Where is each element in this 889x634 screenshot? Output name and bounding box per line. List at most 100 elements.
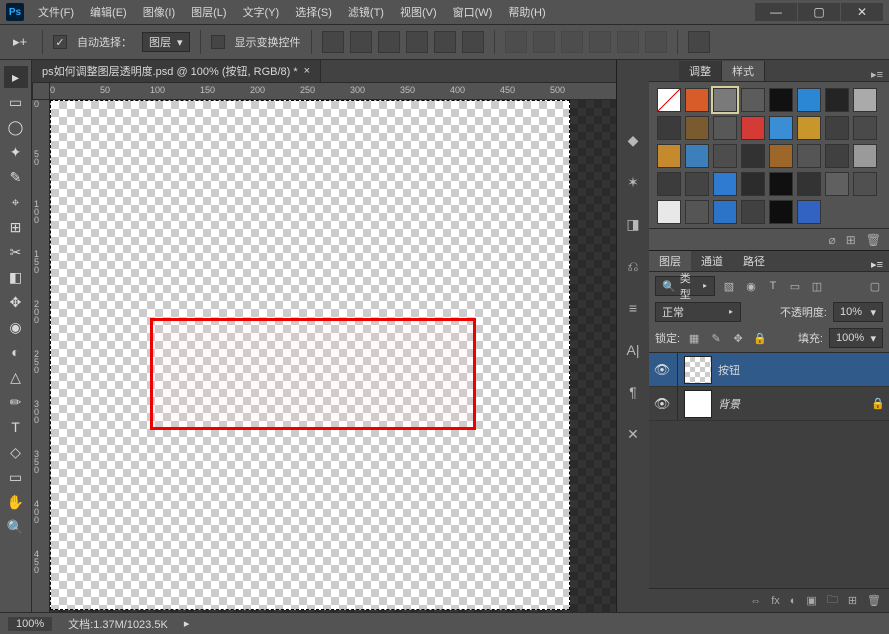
style-swatch[interactable] [769, 116, 793, 140]
palette-icon-paragraph[interactable]: ¶ [623, 382, 643, 402]
opacity-input[interactable]: 10% ▾ [833, 302, 883, 322]
tool-eraser[interactable]: ◉ [4, 316, 28, 338]
style-swatch[interactable] [685, 200, 709, 224]
align-bottom-icon[interactable] [378, 31, 400, 53]
filter-pixel-icon[interactable]: ▧ [721, 278, 737, 294]
style-swatch[interactable] [797, 88, 821, 112]
style-swatch[interactable] [797, 200, 821, 224]
style-swatch[interactable] [741, 88, 765, 112]
filter-toggle-icon[interactable]: ▢ [867, 278, 883, 294]
palette-icon-color[interactable]: ◆ [623, 130, 643, 150]
clear-style-icon[interactable]: ⌀ [828, 233, 835, 247]
palette-icon-history[interactable]: ⎌ [623, 256, 643, 276]
menu-file[interactable]: 文件(F) [32, 2, 80, 22]
style-swatch[interactable] [685, 172, 709, 196]
style-swatch[interactable] [825, 172, 849, 196]
ruler-horizontal[interactable]: 050100150200250300350400450500 [50, 82, 616, 100]
panel-menu-icon[interactable]: ▸≡ [865, 68, 889, 81]
layer-fx-icon[interactable]: fx [771, 595, 780, 607]
menu-help[interactable]: 帮助(H) [502, 2, 551, 22]
tab-adjustments[interactable]: 调整 [679, 61, 722, 81]
align-hcenter-icon[interactable] [434, 31, 456, 53]
style-swatch[interactable] [797, 116, 821, 140]
link-layers-icon[interactable]: ⇔ [750, 595, 761, 607]
tool-move[interactable]: ▸ [4, 66, 28, 88]
menu-image[interactable]: 图像(I) [137, 2, 181, 22]
menu-view[interactable]: 视图(V) [394, 2, 443, 22]
auto-select-target-dropdown[interactable]: 图层▾ [142, 32, 190, 52]
tool-pen[interactable]: ✏ [4, 391, 28, 413]
status-arrow-icon[interactable]: ▸ [184, 617, 190, 630]
tab-paths[interactable]: 路径 [733, 251, 775, 271]
palette-icon-tools[interactable]: ✕ [623, 424, 643, 444]
palette-icon-libraries[interactable]: ◨ [623, 214, 643, 234]
layer-filter-kind-dropdown[interactable]: 🔍 类型 ‣ [655, 276, 715, 296]
tool-shape[interactable]: ▭ [4, 466, 28, 488]
layer-thumbnail[interactable] [684, 390, 712, 418]
window-maximize[interactable]: ▢ [798, 3, 840, 21]
tool-crop[interactable]: ✎ [4, 166, 28, 188]
adjustment-layer-icon[interactable]: ▣ [806, 594, 816, 607]
tool-type[interactable]: T [4, 416, 28, 438]
align-top-icon[interactable] [322, 31, 344, 53]
style-swatch[interactable] [825, 88, 849, 112]
palette-icon-character[interactable]: A| [623, 340, 643, 360]
style-swatch[interactable] [741, 172, 765, 196]
layer-row[interactable]: 👁背景🔒 [649, 387, 889, 421]
align-left-icon[interactable] [406, 31, 428, 53]
style-swatch[interactable] [713, 200, 737, 224]
fill-input[interactable]: 100% ▾ [829, 328, 883, 348]
style-swatch[interactable] [713, 172, 737, 196]
tool-history-brush[interactable]: ✥ [4, 291, 28, 313]
filter-adjust-icon[interactable]: ◉ [743, 278, 759, 294]
lock-position-icon[interactable]: ✥ [730, 330, 746, 346]
close-icon[interactable]: × [304, 65, 310, 77]
layer-group-icon[interactable]: 🗀 [827, 591, 838, 610]
menu-filter[interactable]: 滤镜(T) [342, 2, 390, 22]
filter-smart-icon[interactable]: ◫ [809, 278, 825, 294]
ruler-vertical[interactable]: 050100150200250300350400450 [32, 100, 50, 612]
window-minimize[interactable]: — [755, 3, 797, 21]
filter-type-icon[interactable]: T [765, 278, 781, 294]
style-swatch[interactable] [685, 88, 709, 112]
ruler-origin[interactable] [32, 82, 50, 100]
new-style-icon[interactable]: ⊞ [846, 233, 856, 247]
style-swatch[interactable] [769, 172, 793, 196]
tool-zoom[interactable]: 🔍 [4, 516, 28, 538]
layer-mask-icon[interactable]: ◐ [790, 595, 797, 607]
style-swatch[interactable] [769, 88, 793, 112]
new-layer-icon[interactable]: ⊞ [848, 594, 857, 607]
menu-edit[interactable]: 编辑(E) [84, 2, 133, 22]
style-swatch[interactable] [741, 116, 765, 140]
style-swatch[interactable] [685, 116, 709, 140]
blend-mode-dropdown[interactable]: 正常 ‣ [655, 302, 741, 322]
status-zoom[interactable]: 100% [8, 617, 52, 631]
delete-style-icon[interactable]: 🗑 [866, 233, 881, 247]
tool-lasso[interactable]: ◯ [4, 116, 28, 138]
auto-align-icon[interactable] [688, 31, 710, 53]
style-swatch[interactable] [713, 88, 737, 112]
auto-select-checkbox[interactable]: ✓ [53, 35, 67, 49]
style-swatch[interactable] [657, 144, 681, 168]
style-swatch[interactable] [657, 116, 681, 140]
style-swatch[interactable] [797, 144, 821, 168]
style-swatch[interactable] [853, 144, 877, 168]
style-swatch[interactable] [657, 200, 681, 224]
tool-wand[interactable]: ✦ [4, 141, 28, 163]
document-tab[interactable]: ps如何调整图层透明度.psd @ 100% (按钮, RGB/8) * × [32, 60, 321, 82]
style-swatch[interactable] [853, 88, 877, 112]
style-swatch[interactable] [741, 200, 765, 224]
style-swatch[interactable] [657, 88, 681, 112]
tool-path[interactable]: ◇ [4, 441, 28, 463]
style-swatch[interactable] [853, 116, 877, 140]
style-swatch[interactable] [797, 172, 821, 196]
menu-window[interactable]: 窗口(W) [447, 2, 499, 22]
tool-gradient[interactable]: ◐ [4, 341, 28, 363]
tool-stamp[interactable]: ◧ [4, 266, 28, 288]
style-swatch[interactable] [657, 172, 681, 196]
tab-layers[interactable]: 图层 [649, 251, 691, 271]
tool-marquee[interactable]: ▭ [4, 91, 28, 113]
tool-heal[interactable]: ⊞ [4, 216, 28, 238]
menu-select[interactable]: 选择(S) [289, 2, 338, 22]
style-swatch[interactable] [769, 200, 793, 224]
